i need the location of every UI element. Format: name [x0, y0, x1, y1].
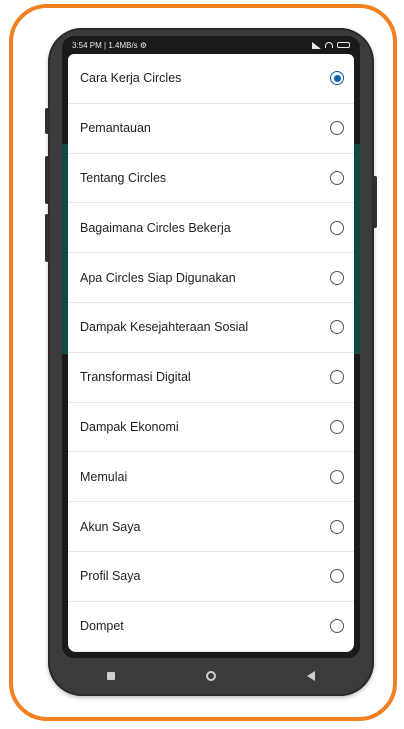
power-button	[373, 176, 377, 228]
option-row[interactable]: Tentang Circles	[68, 154, 354, 204]
radio-icon[interactable]	[330, 220, 344, 235]
radio-icon[interactable]	[330, 121, 344, 136]
circle-home-icon[interactable]	[205, 671, 216, 681]
radio-icon[interactable]	[330, 569, 344, 584]
side-strip-right	[354, 144, 360, 354]
status-time: 3:54 PM | 1.4MB/s ⚙	[72, 40, 148, 50]
option-row[interactable]: Profil Saya	[68, 552, 354, 602]
radio-selected-icon[interactable]	[330, 71, 344, 86]
option-label: Dampak Kesejahteraan Sosial	[80, 320, 249, 335]
option-label: Pemantauan	[80, 121, 151, 136]
option-row[interactable]: Bagaimana Circles Bekerja	[68, 203, 354, 254]
option-label: Apa Circles Siap Digunakan	[80, 270, 236, 285]
option-row[interactable]: Pemantauan	[68, 104, 354, 154]
radio-icon[interactable]	[330, 619, 344, 634]
radio-icon[interactable]	[330, 419, 344, 434]
radio-icon[interactable]	[330, 270, 344, 285]
navigation-bar	[62, 662, 360, 690]
volume-button	[45, 214, 49, 262]
options-dialog: Cara Kerja Circles Pemantauan Tentang Circ…	[68, 54, 354, 652]
option-row[interactable]: Akun Saya	[68, 502, 354, 552]
signal-icon	[312, 41, 321, 49]
option-row[interactable]: Dampak Kesejahteraan Sosial	[68, 303, 354, 353]
option-label: Memulai	[80, 469, 128, 484]
option-label: Bagaimana Circles Bekerja	[80, 220, 231, 235]
option-row[interactable]: Transformasi Digital	[68, 353, 354, 403]
status-bar: 3:54 PM | 1.4MB/s ⚙	[62, 36, 360, 54]
battery-icon	[337, 42, 350, 48]
back-triangle-icon[interactable]	[306, 671, 315, 681]
square-icon[interactable]	[107, 672, 116, 680]
radio-icon[interactable]	[330, 519, 344, 534]
option-row[interactable]: Dompet	[68, 602, 354, 652]
option-label: Dampak Ekonomi	[80, 419, 179, 434]
radio-icon[interactable]	[330, 170, 344, 185]
radio-icon[interactable]	[330, 469, 344, 484]
option-label: Profil Saya	[80, 569, 141, 584]
option-label: Dompet	[80, 619, 124, 634]
option-label: Transformasi Digital	[80, 370, 191, 385]
option-label: Cara Kerja Circles	[80, 71, 182, 86]
volume-button	[45, 108, 49, 134]
option-row[interactable]: Cara Kerja Circles	[68, 54, 354, 104]
radio-icon[interactable]	[330, 320, 344, 335]
option-row[interactable]: Dampak Ekonomi	[68, 403, 354, 453]
option-row[interactable]: Memulai	[68, 452, 354, 503]
volume-button	[45, 156, 49, 204]
option-row[interactable]: Apa Circles Siap Digunakan	[68, 253, 354, 303]
option-label: Tentang Circles	[80, 170, 167, 185]
phone-screen: 3:54 PM | 1.4MB/s ⚙ Cara Kerja Circles Pe…	[62, 36, 360, 658]
option-label: Akun Saya	[80, 519, 141, 534]
wifi-icon	[325, 42, 333, 48]
radio-icon[interactable]	[330, 370, 344, 385]
